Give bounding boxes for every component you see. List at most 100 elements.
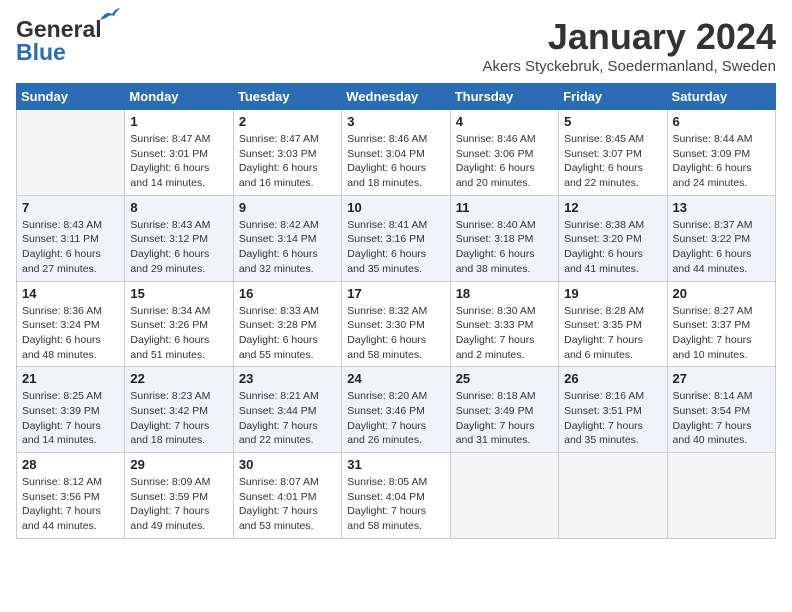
calendar-day-cell <box>667 453 775 539</box>
day-number: 20 <box>673 286 770 301</box>
day-info: Sunrise: 8:28 AMSunset: 3:35 PMDaylight:… <box>564 304 661 363</box>
calendar-day-cell: 15 Sunrise: 8:34 AMSunset: 3:26 PMDayligh… <box>125 281 233 367</box>
day-number: 7 <box>22 200 119 215</box>
logo-blue: Blue <box>16 39 66 66</box>
header-monday: Monday <box>125 84 233 110</box>
calendar-week-row: 21 Sunrise: 8:25 AMSunset: 3:39 PMDayligh… <box>17 367 776 453</box>
day-info: Sunrise: 8:14 AMSunset: 3:54 PMDaylight:… <box>673 389 770 448</box>
calendar-day-cell: 21 Sunrise: 8:25 AMSunset: 3:39 PMDayligh… <box>17 367 125 453</box>
calendar-week-row: 28 Sunrise: 8:12 AMSunset: 3:56 PMDayligh… <box>17 453 776 539</box>
day-number: 30 <box>239 457 336 472</box>
day-number: 27 <box>673 371 770 386</box>
title-block: January 2024 Akers Styckebruk, Soederman… <box>483 16 777 75</box>
calendar-day-cell: 24 Sunrise: 8:20 AMSunset: 3:46 PMDayligh… <box>342 367 450 453</box>
logo-general: General <box>16 16 102 42</box>
day-info: Sunrise: 8:46 AMSunset: 3:06 PMDaylight:… <box>456 132 553 191</box>
day-number: 16 <box>239 286 336 301</box>
day-info: Sunrise: 8:23 AMSunset: 3:42 PMDaylight:… <box>130 389 227 448</box>
day-info: Sunrise: 8:32 AMSunset: 3:30 PMDaylight:… <box>347 304 444 363</box>
day-info: Sunrise: 8:46 AMSunset: 3:04 PMDaylight:… <box>347 132 444 191</box>
month-title: January 2024 <box>483 16 777 58</box>
day-info: Sunrise: 8:38 AMSunset: 3:20 PMDaylight:… <box>564 218 661 277</box>
day-number: 28 <box>22 457 119 472</box>
day-info: Sunrise: 8:20 AMSunset: 3:46 PMDaylight:… <box>347 389 444 448</box>
calendar-day-cell: 18 Sunrise: 8:30 AMSunset: 3:33 PMDayligh… <box>450 281 558 367</box>
day-info: Sunrise: 8:25 AMSunset: 3:39 PMDaylight:… <box>22 389 119 448</box>
calendar-day-cell: 22 Sunrise: 8:23 AMSunset: 3:42 PMDayligh… <box>125 367 233 453</box>
day-info: Sunrise: 8:09 AMSunset: 3:59 PMDaylight:… <box>130 475 227 534</box>
calendar-day-cell <box>17 110 125 196</box>
day-number: 21 <box>22 371 119 386</box>
calendar-day-cell: 13 Sunrise: 8:37 AMSunset: 3:22 PMDayligh… <box>667 195 775 281</box>
day-number: 6 <box>673 114 770 129</box>
calendar-week-row: 14 Sunrise: 8:36 AMSunset: 3:24 PMDayligh… <box>17 281 776 367</box>
calendar-day-cell: 1Sunrise: 8:47 AMSunset: 3:01 PMDaylight… <box>125 110 233 196</box>
day-number: 31 <box>347 457 444 472</box>
calendar-week-row: 1Sunrise: 8:47 AMSunset: 3:01 PMDaylight… <box>17 110 776 196</box>
calendar-day-cell: 5Sunrise: 8:45 AMSunset: 3:07 PMDaylight… <box>559 110 667 196</box>
calendar-day-cell: 9Sunrise: 8:42 AMSunset: 3:14 PMDaylight… <box>233 195 341 281</box>
calendar-day-cell: 31Sunrise: 8:05 AMSunset: 4:04 PMDayligh… <box>342 453 450 539</box>
day-info: Sunrise: 8:34 AMSunset: 3:26 PMDaylight:… <box>130 304 227 363</box>
day-info: Sunrise: 8:27 AMSunset: 3:37 PMDaylight:… <box>673 304 770 363</box>
calendar-day-cell: 26 Sunrise: 8:16 AMSunset: 3:51 PMDayligh… <box>559 367 667 453</box>
calendar-day-cell <box>450 453 558 539</box>
day-number: 18 <box>456 286 553 301</box>
calendar-day-cell: 30 Sunrise: 8:07 AMSunset: 4:01 PMDayligh… <box>233 453 341 539</box>
calendar-day-cell: 2 Sunrise: 8:47 AMSunset: 3:03 PMDaylight… <box>233 110 341 196</box>
header-saturday: Saturday <box>667 84 775 110</box>
day-number: 2 <box>239 114 336 129</box>
day-info: Sunrise: 8:44 AMSunset: 3:09 PMDaylight:… <box>673 132 770 191</box>
day-number: 25 <box>456 371 553 386</box>
calendar-day-cell: 10Sunrise: 8:41 AMSunset: 3:16 PMDayligh… <box>342 195 450 281</box>
calendar-day-cell: 11 Sunrise: 8:40 AMSunset: 3:18 PMDayligh… <box>450 195 558 281</box>
calendar-day-cell: 29 Sunrise: 8:09 AMSunset: 3:59 PMDayligh… <box>125 453 233 539</box>
day-number: 29 <box>130 457 227 472</box>
calendar-day-cell: 20 Sunrise: 8:27 AMSunset: 3:37 PMDayligh… <box>667 281 775 367</box>
day-number: 26 <box>564 371 661 386</box>
day-info: Sunrise: 8:45 AMSunset: 3:07 PMDaylight:… <box>564 132 661 191</box>
day-info: Sunrise: 8:37 AMSunset: 3:22 PMDaylight:… <box>673 218 770 277</box>
day-number: 13 <box>673 200 770 215</box>
calendar-day-cell: 28 Sunrise: 8:12 AMSunset: 3:56 PMDayligh… <box>17 453 125 539</box>
day-info: Sunrise: 8:18 AMSunset: 3:49 PMDaylight:… <box>456 389 553 448</box>
calendar-day-cell: 12 Sunrise: 8:38 AMSunset: 3:20 PMDayligh… <box>559 195 667 281</box>
day-info: Sunrise: 8:07 AMSunset: 4:01 PMDaylight:… <box>239 475 336 534</box>
day-number: 8 <box>130 200 227 215</box>
day-number: 14 <box>22 286 119 301</box>
day-number: 19 <box>564 286 661 301</box>
day-info: Sunrise: 8:12 AMSunset: 3:56 PMDaylight:… <box>22 475 119 534</box>
calendar-day-cell: 6 Sunrise: 8:44 AMSunset: 3:09 PMDaylight… <box>667 110 775 196</box>
day-number: 15 <box>130 286 227 301</box>
calendar-week-row: 7Sunrise: 8:43 AMSunset: 3:11 PMDaylight… <box>17 195 776 281</box>
day-number: 11 <box>456 200 553 215</box>
day-number: 4 <box>456 114 553 129</box>
calendar-day-cell: 23 Sunrise: 8:21 AMSunset: 3:44 PMDayligh… <box>233 367 341 453</box>
day-info: Sunrise: 8:16 AMSunset: 3:51 PMDaylight:… <box>564 389 661 448</box>
day-info: Sunrise: 8:33 AMSunset: 3:28 PMDaylight:… <box>239 304 336 363</box>
day-number: 12 <box>564 200 661 215</box>
page-header: General Blue January 2024 Akers Styckebr… <box>16 16 776 75</box>
day-number: 23 <box>239 371 336 386</box>
day-info: Sunrise: 8:36 AMSunset: 3:24 PMDaylight:… <box>22 304 119 363</box>
calendar-day-cell: 8Sunrise: 8:43 AMSunset: 3:12 PMDaylight… <box>125 195 233 281</box>
day-info: Sunrise: 8:40 AMSunset: 3:18 PMDaylight:… <box>456 218 553 277</box>
calendar-day-cell: 25 Sunrise: 8:18 AMSunset: 3:49 PMDayligh… <box>450 367 558 453</box>
calendar-table: SundayMondayTuesdayWednesdayThursdayFrid… <box>16 83 776 539</box>
header-sunday: Sunday <box>17 84 125 110</box>
logo: General Blue <box>16 16 102 66</box>
header-tuesday: Tuesday <box>233 84 341 110</box>
day-info: Sunrise: 8:30 AMSunset: 3:33 PMDaylight:… <box>456 304 553 363</box>
day-info: Sunrise: 8:47 AMSunset: 3:03 PMDaylight:… <box>239 132 336 191</box>
day-number: 1 <box>130 114 227 129</box>
calendar-day-cell: 14 Sunrise: 8:36 AMSunset: 3:24 PMDayligh… <box>17 281 125 367</box>
day-number: 22 <box>130 371 227 386</box>
day-number: 24 <box>347 371 444 386</box>
calendar-day-cell: 19 Sunrise: 8:28 AMSunset: 3:35 PMDayligh… <box>559 281 667 367</box>
calendar-day-cell: 7Sunrise: 8:43 AMSunset: 3:11 PMDaylight… <box>17 195 125 281</box>
header-friday: Friday <box>559 84 667 110</box>
header-thursday: Thursday <box>450 84 558 110</box>
day-number: 17 <box>347 286 444 301</box>
day-info: Sunrise: 8:21 AMSunset: 3:44 PMDaylight:… <box>239 389 336 448</box>
calendar-day-cell: 16 Sunrise: 8:33 AMSunset: 3:28 PMDayligh… <box>233 281 341 367</box>
